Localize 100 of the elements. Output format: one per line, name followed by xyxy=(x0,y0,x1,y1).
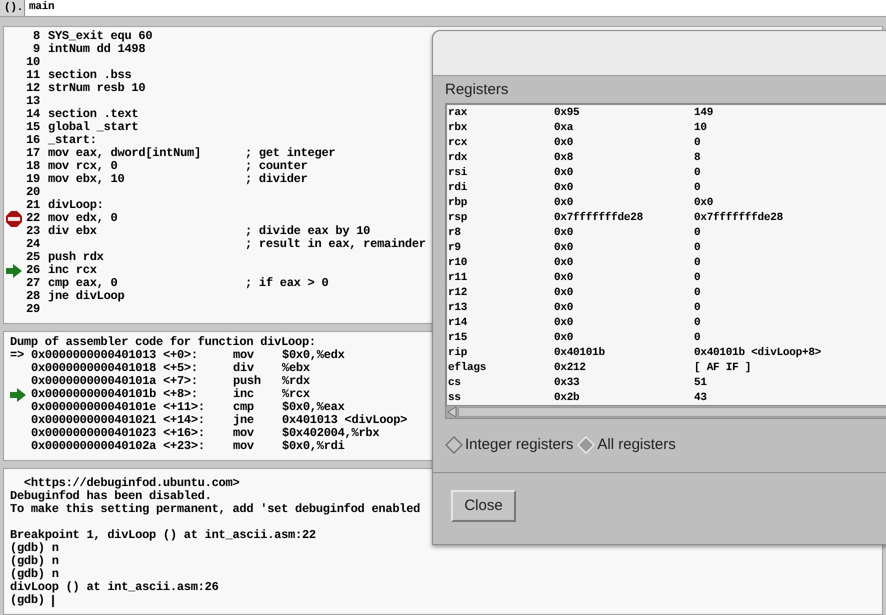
instruction-address: 0x0000000000401021 <+14>: xyxy=(31,414,206,427)
register-raw-value: 0x0 xyxy=(554,226,574,241)
register-raw-value: 0x7fffffffde28 xyxy=(554,211,644,226)
register-natural-value: 8 xyxy=(694,151,700,166)
code-text: div ebx xyxy=(48,225,98,238)
line-number: 24 xyxy=(25,238,40,251)
console-line: Debuginfod has been disabled. xyxy=(10,490,212,503)
code-text: inc rcx xyxy=(48,264,98,277)
line-number: 26 xyxy=(25,264,40,277)
instruction-address: 0x0000000000401018 <+5>: xyxy=(31,362,199,375)
horizontal-scrollbar[interactable] xyxy=(445,405,886,419)
instruction-mnemonic: mov xyxy=(233,427,255,440)
register-raw-value: 0x0 xyxy=(554,331,574,346)
line-number: 19 xyxy=(25,173,40,186)
instruction-mnemonic: cmp xyxy=(233,401,255,414)
code-text: cmp eax, 0 xyxy=(48,277,119,290)
instruction-operands: 0x401013 <divLoop> xyxy=(282,414,408,427)
register-natural-value: 0 xyxy=(694,301,700,316)
register-raw-value: 0x0 xyxy=(554,181,574,196)
register-natural-value: [ AF IF ] xyxy=(694,361,752,376)
register-raw-value: 0x0 xyxy=(554,316,574,331)
register-name: r14 xyxy=(448,316,468,331)
disassembly-header: Dump of assembler code for function divLoop: xyxy=(10,336,316,349)
register-natural-value: 0x40101b <divLoop+8> xyxy=(694,346,822,361)
line-number: 18 xyxy=(25,160,40,173)
code-text: mov rcx, 0 xyxy=(48,160,119,173)
register-raw-value: 0x0 xyxy=(554,271,574,286)
instruction-address: 0x000000000040101b <+8>: xyxy=(31,388,199,401)
text-cursor-icon xyxy=(52,594,54,606)
line-number: 22 xyxy=(25,212,40,225)
line-number: 25 xyxy=(25,251,40,264)
line-number: 11 xyxy=(25,69,40,82)
code-text: section .text xyxy=(48,108,140,121)
code-text: _start: xyxy=(48,134,98,147)
register-name: ss xyxy=(448,391,462,405)
register-raw-value: 0x95 xyxy=(554,106,580,121)
code-text: global _start xyxy=(48,121,140,134)
console-line: To make this setting permanent, add 'set debuginfod enabled xyxy=(10,503,420,516)
console-line: (gdb) xyxy=(10,594,46,607)
instruction-address: 0x0000000000401023 <+16>: xyxy=(31,427,206,440)
code-text: intNum dd 1498 xyxy=(48,43,146,56)
register-natural-value: 0 xyxy=(694,331,700,346)
instruction-operands: $0x0,%eax xyxy=(282,401,345,414)
instruction-address: 0x000000000040101a <+7>: xyxy=(31,375,199,388)
code-comment: ; get integer xyxy=(245,147,336,160)
code-comment: ; if eax > 0 xyxy=(245,277,328,290)
radio-option[interactable]: All registers xyxy=(597,434,676,456)
instruction-address: 0x000000000040101e <+11>: xyxy=(31,401,206,414)
register-name: rdi xyxy=(448,181,468,196)
register-natural-value: 0 xyxy=(694,316,700,331)
line-number: 29 xyxy=(25,303,40,316)
code-text: strNum resb 10 xyxy=(48,82,146,95)
register-natural-value: 0 xyxy=(694,241,700,256)
instruction-mnemonic: mov xyxy=(233,440,255,453)
register-raw-value: 0x0 xyxy=(554,136,574,151)
code-text: section .bss xyxy=(48,69,132,82)
line-number: 15 xyxy=(25,121,40,134)
console-line: (gdb) n xyxy=(10,568,59,581)
register-name: r10 xyxy=(448,256,468,271)
scroll-left-arrow-icon[interactable] xyxy=(446,406,458,418)
current-instruction-arrow-icon xyxy=(10,388,26,402)
line-number: 14 xyxy=(25,108,40,121)
register-name: rsi xyxy=(448,166,468,181)
register-natural-value: 10 xyxy=(694,121,707,136)
code-text: divLoop: xyxy=(48,199,105,212)
register-raw-value: 0x0 xyxy=(554,286,574,301)
register-natural-value: 0 xyxy=(694,136,700,151)
code-text: mov edx, 0 xyxy=(48,212,119,225)
line-number: 9 xyxy=(32,43,40,56)
code-comment: ; divide eax by 10 xyxy=(245,225,370,238)
register-name: r8 xyxy=(448,226,462,241)
register-raw-value: 0x0 xyxy=(554,166,574,181)
register-name: rbp xyxy=(448,196,468,211)
argument-field[interactable]: main xyxy=(25,0,886,16)
register-name: rbx xyxy=(448,121,468,136)
stop-sign-icon xyxy=(6,210,22,226)
register-natural-value: 0x7fffffffde28 xyxy=(694,211,783,226)
register-raw-value: 0x40101b xyxy=(554,346,606,361)
registers-label: Registers xyxy=(445,80,508,100)
console-line: divLoop () at int_ascii.asm:26 xyxy=(10,581,219,594)
instruction-operands: $0x402004,%rbx xyxy=(282,427,380,440)
argument-button[interactable]: (). xyxy=(0,0,25,16)
console-line: Breakpoint 1, divLoop () at int_ascii.asm:22 xyxy=(10,529,316,542)
console-line: <https://debuginfod.ubuntu.com> xyxy=(22,477,240,490)
register-natural-value: 43 xyxy=(694,391,707,405)
line-number: 20 xyxy=(25,186,40,199)
instruction-mnemonic: inc xyxy=(233,388,255,401)
close-button[interactable]: Close xyxy=(451,490,516,522)
code-comment: ; divider xyxy=(245,173,308,186)
pc-marker: => xyxy=(10,349,24,362)
register-name: rax xyxy=(448,106,468,121)
line-number: 10 xyxy=(25,56,40,69)
register-natural-value: 0 xyxy=(694,271,700,286)
register-natural-value: 0 xyxy=(694,166,700,181)
register-name: rcx xyxy=(448,136,468,151)
instruction-address: 0x000000000040102a <+23>: xyxy=(31,440,206,453)
instruction-mnemonic: div xyxy=(233,362,255,375)
register-raw-value: 0x0 xyxy=(554,196,574,211)
register-name: eflags xyxy=(448,361,488,376)
radio-option[interactable]: Integer registers xyxy=(465,434,574,456)
